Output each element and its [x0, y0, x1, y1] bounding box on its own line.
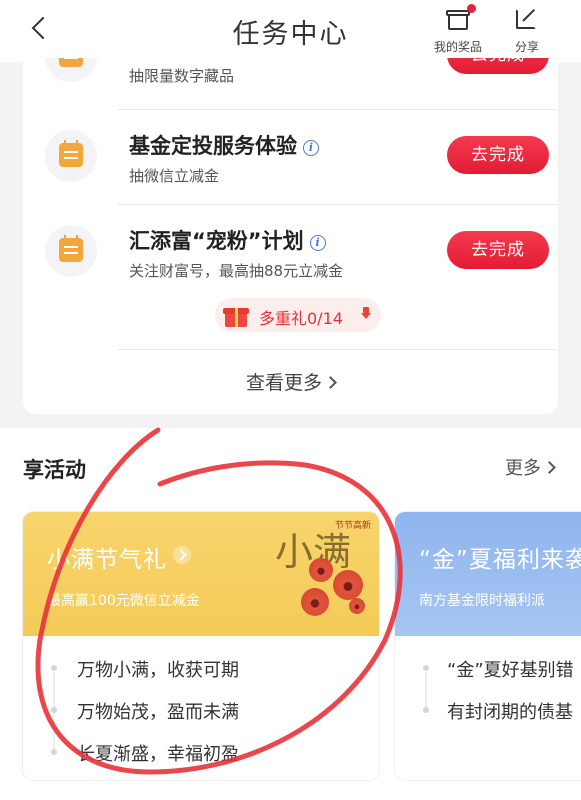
bullet-text: “金”夏好基别错 [447, 660, 574, 681]
complete-task-button[interactable]: 去完成 [447, 136, 549, 174]
bullet-text: 有封闭期的债基 [447, 702, 573, 723]
task-title: 汇添富“宠粉”计划 i [129, 225, 326, 255]
bullet-text: 万物始茂，盈而未满 [77, 702, 239, 723]
activity-title: 小满节气礼 [47, 540, 191, 574]
task-item: 汇添富“宠粉”计划 i 关注财富号，最高抽88元立减金 去完成 [23, 205, 558, 301]
bullet-item: 有封闭期的债基 [395, 694, 581, 734]
bullet-text: 长夏渐盛，幸福初盈 [77, 744, 239, 765]
poppy-flower [349, 598, 365, 614]
red-gift-icon [223, 303, 249, 327]
task-list-card: 抽限量数字藏品 去完成 基金定投服务体验 i 抽微信立减金 去完成 汇添富“宠粉”… [23, 58, 558, 414]
multi-gift-badge[interactable]: 多重礼0/14 [215, 298, 381, 332]
expand-arrow-icon [361, 307, 371, 320]
see-more-label: 查看更多 [245, 372, 322, 394]
activity-banner: “金”夏福利来袭 南方基金限时福利派 [395, 512, 581, 636]
calendar-icon [59, 140, 83, 167]
poppy-flower [301, 588, 329, 616]
task-title-text: 汇添富“宠粉”计划 [129, 229, 304, 253]
bullet-text: 万物小满，收获可期 [77, 660, 239, 681]
task-icon-wrap [45, 225, 97, 277]
bullet-item: 万物始茂，盈而未满 [23, 694, 379, 734]
my-prizes-label: 我的奖品 [433, 40, 482, 54]
info-icon[interactable]: i [303, 140, 319, 156]
info-icon[interactable]: i [309, 235, 326, 251]
calendar-icon [59, 58, 83, 67]
share-icon [514, 6, 540, 32]
bullet-item: “金”夏好基别错 [395, 652, 581, 692]
gift-icon [445, 4, 476, 32]
my-prizes-button[interactable]: 我的奖品 [427, 4, 489, 55]
share-button[interactable]: 分享 [496, 6, 558, 55]
task-icon-wrap [45, 58, 97, 82]
complete-task-button[interactable]: 去完成 [447, 58, 549, 74]
activity-title: “金”夏福利来袭 [419, 547, 581, 573]
divider [117, 349, 558, 350]
chevron-circle-icon [173, 546, 191, 564]
activity-card-summer[interactable]: “金”夏福利来袭 南方基金限时福利派 “金”夏好基别错 有封闭期的债基 [395, 512, 581, 780]
bullet-item: 长夏渐盛，幸福初盈 [23, 736, 379, 776]
share-label: 分享 [514, 40, 539, 54]
top-nav-bar: 任务中心 我的奖品 分享 [0, 0, 581, 62]
task-icon-wrap [45, 130, 97, 182]
section-title: 享活动 [23, 458, 86, 482]
task-item: 抽限量数字藏品 去完成 [23, 58, 558, 106]
task-subtitle: 抽限量数字藏品 [129, 67, 235, 85]
poppy-illustration: 节节高新 小满 [263, 512, 379, 636]
activity-subtitle: 南方基金限时福利派 [419, 593, 545, 609]
multi-gift-label: 多重礼0/14 [259, 309, 343, 328]
bullet-item: 万物小满，收获可期 [23, 652, 379, 692]
poppy-flower [309, 558, 333, 582]
see-more-link[interactable]: 查看更多 [23, 368, 558, 395]
calendar-icon [59, 235, 83, 262]
activity-title-text: 小满节气礼 [47, 547, 167, 573]
activity-card-xiaoman[interactable]: 小满节气礼 最高赢100元微信立减金 节节高新 小满 万物小满，收获可期 万物始… [23, 512, 379, 780]
activity-banner: 小满节气礼 最高赢100元微信立减金 节节高新 小满 [23, 512, 379, 636]
task-subtitle: 关注财富号，最高抽88元立减金 [129, 262, 344, 280]
poppy-flower [333, 570, 363, 600]
complete-task-button[interactable]: 去完成 [447, 231, 549, 269]
task-item: 基金定投服务体验 i 抽微信立减金 去完成 [23, 110, 558, 206]
activities-section: 享活动 更多 小满节气礼 最高赢100元微信立减金 节节高新 小满 万物小满，收… [0, 428, 581, 800]
task-title-text: 基金定投服务体验 [129, 134, 297, 158]
task-subtitle: 抽微信立减金 [129, 167, 220, 185]
chevron-right-icon [543, 461, 556, 474]
section-more-label: 更多 [505, 458, 541, 479]
notification-dot [467, 4, 476, 13]
section-more-link[interactable]: 更多 [505, 454, 556, 480]
chevron-right-icon [324, 376, 337, 389]
activity-subtitle: 最高赢100元微信立减金 [47, 593, 200, 609]
task-title: 基金定投服务体验 i [129, 130, 319, 160]
page-title: 任务中心 [232, 19, 349, 50]
